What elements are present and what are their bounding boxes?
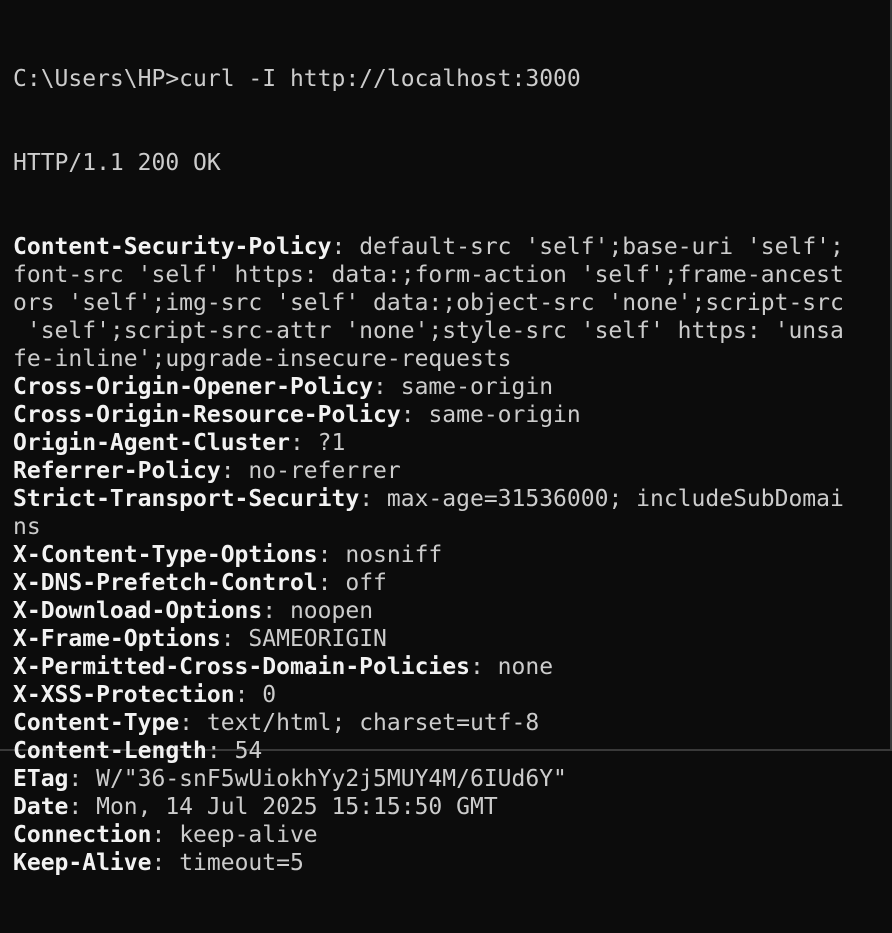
header-value: max-age=31536000; includeSubDomai <box>386 486 844 512</box>
header-value: no-referrer <box>248 458 401 484</box>
header-value: W/"36-snF5wUiokhYy2j5MUY4M/6IUd6Y" <box>96 766 567 792</box>
header-name: X-Download-Options <box>13 598 263 624</box>
header-separator: : <box>289 430 318 456</box>
header-line: X-XSS-Protection: 0 <box>13 681 858 709</box>
header-continuation-line: ns <box>13 513 858 541</box>
header-line: X-Download-Options: noopen <box>13 597 858 625</box>
header-name: Keep-Alive <box>13 850 152 876</box>
header-separator: : <box>68 794 97 820</box>
header-value: font-src 'self' https: data:;form-action… <box>13 262 844 288</box>
header-separator: : <box>151 850 180 876</box>
header-line: X-Content-Type-Options: nosniff <box>13 541 858 569</box>
header-name: ETag <box>13 766 69 792</box>
header-continuation-line: ors 'self';img-src 'self' data:;object-s… <box>13 289 858 317</box>
header-line: Cross-Origin-Resource-Policy: same-origi… <box>13 401 858 429</box>
header-value: off <box>345 570 387 596</box>
header-value: nosniff <box>345 542 443 568</box>
header-name: X-DNS-Prefetch-Control <box>13 570 318 596</box>
header-value: same-origin <box>428 402 581 428</box>
header-line: Date: Mon, 14 Jul 2025 15:15:50 GMT <box>13 793 858 821</box>
header-name: Referrer-Policy <box>13 458 221 484</box>
header-separator: : <box>262 598 290 624</box>
header-value: none <box>497 654 554 680</box>
header-line: Cross-Origin-Opener-Policy: same-origin <box>13 373 858 401</box>
header-separator: : <box>373 374 401 400</box>
header-separator: : <box>331 234 360 260</box>
header-name: Cross-Origin-Opener-Policy <box>13 374 374 400</box>
header-separator: : <box>400 402 429 428</box>
header-name: Connection <box>13 822 152 848</box>
header-separator: : <box>179 710 207 736</box>
header-separator: : <box>68 766 97 792</box>
terminal-window[interactable]: C:\Users\HP>curl -I http://localhost:300… <box>0 0 892 876</box>
header-line: X-Permitted-Cross-Domain-Policies: none <box>13 653 858 681</box>
header-line: Connection: keep-alive <box>13 821 858 849</box>
header-value: 54 <box>234 738 263 764</box>
response-headers: Content-Security-Policy: default-src 'se… <box>13 233 858 877</box>
header-name: Cross-Origin-Resource-Policy <box>13 402 401 428</box>
header-value: 'self';script-src-attr 'none';style-src … <box>13 318 844 344</box>
header-name: X-Permitted-Cross-Domain-Policies <box>13 654 470 680</box>
console-output[interactable]: C:\Users\HP>curl -I http://localhost:300… <box>13 9 858 933</box>
header-value: timeout=5 <box>179 850 304 876</box>
header-value: 0 <box>262 682 277 708</box>
header-value: ns <box>13 514 41 540</box>
header-name: Strict-Transport-Security <box>13 486 360 512</box>
header-value: default-src 'self';base-uri 'self'; <box>359 234 844 260</box>
header-line: Strict-Transport-Security: max-age=31536… <box>13 485 858 513</box>
header-name: Date <box>13 794 69 820</box>
header-value: ?1 <box>317 430 346 456</box>
header-continuation-line: 'self';script-src-attr 'none';style-src … <box>13 317 858 345</box>
header-name: X-Frame-Options <box>13 626 221 652</box>
header-name: Content-Length <box>13 738 207 764</box>
header-separator: : <box>220 626 249 652</box>
header-name: Origin-Agent-Cluster <box>13 430 290 456</box>
header-name: Content-Type <box>13 710 180 736</box>
header-value: noopen <box>289 598 374 624</box>
header-name: X-Content-Type-Options <box>13 542 318 568</box>
header-separator: : <box>469 654 498 680</box>
command-line: C:\Users\HP>curl -I http://localhost:300… <box>13 66 581 92</box>
header-separator: : <box>317 570 346 596</box>
header-value: SAMEORIGIN <box>248 626 387 652</box>
header-value: text/html; charset=utf-8 <box>206 710 540 736</box>
header-line: Keep-Alive: timeout=5 <box>13 849 858 877</box>
header-name: Content-Security-Policy <box>13 234 332 260</box>
header-name: X-XSS-Protection <box>13 682 235 708</box>
header-separator: : <box>151 822 180 848</box>
status-line: HTTP/1.1 200 OK <box>13 150 221 176</box>
header-line: Content-Security-Policy: default-src 'se… <box>13 233 858 261</box>
header-separator: : <box>359 486 387 512</box>
header-line: Content-Length: 54 <box>13 737 858 765</box>
header-line: ETag: W/"36-snF5wUiokhYy2j5MUY4M/6IUd6Y" <box>13 765 858 793</box>
header-separator: : <box>234 682 263 708</box>
header-value: fe-inline';upgrade-insecure-requests <box>13 346 512 372</box>
header-separator: : <box>317 542 346 568</box>
header-value: same-origin <box>400 374 554 400</box>
header-line: Referrer-Policy: no-referrer <box>13 457 858 485</box>
header-value: ors 'self';img-src 'self' data:;object-s… <box>13 290 844 316</box>
header-line: X-Frame-Options: SAMEORIGIN <box>13 625 858 653</box>
header-continuation-line: font-src 'self' https: data:;form-action… <box>13 261 858 289</box>
header-continuation-line: fe-inline';upgrade-insecure-requests <box>13 345 858 373</box>
header-separator: : <box>220 458 249 484</box>
header-line: Origin-Agent-Cluster: ?1 <box>13 429 858 457</box>
header-value: keep-alive <box>179 822 318 848</box>
header-line: X-DNS-Prefetch-Control: off <box>13 569 858 597</box>
header-value: Mon, 14 Jul 2025 15:15:50 GMT <box>96 794 498 820</box>
header-separator: : <box>206 738 235 764</box>
header-line: Content-Type: text/html; charset=utf-8 <box>13 709 858 737</box>
